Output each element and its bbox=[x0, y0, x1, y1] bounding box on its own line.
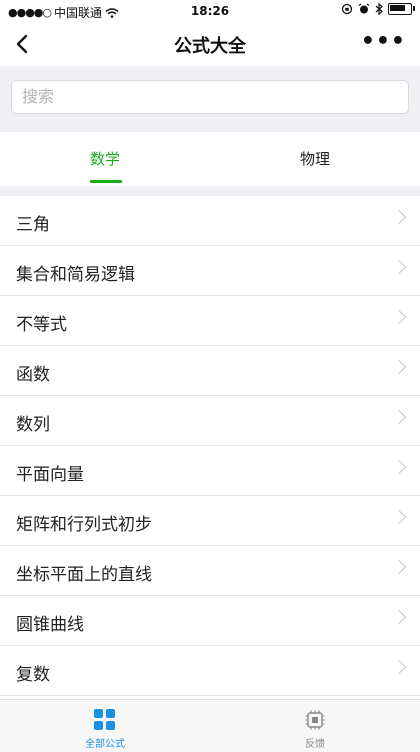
list-item[interactable]: 集合和简易逻辑 bbox=[0, 246, 420, 296]
chevron-right-icon bbox=[391, 359, 407, 375]
chevron-right-icon bbox=[391, 509, 407, 525]
formula-category-list: 三角 集合和简易逻辑 不等式 函数 数列 平面向量 矩阵和行列式初步 坐标平面上… bbox=[0, 196, 420, 696]
orientation-lock-icon bbox=[341, 3, 353, 15]
list-item-label: 三角 bbox=[16, 215, 50, 235]
chevron-right-icon bbox=[391, 459, 407, 475]
chevron-right-icon bbox=[391, 559, 407, 575]
battery-icon bbox=[388, 3, 415, 15]
chevron-right-icon bbox=[391, 209, 407, 225]
chevron-right-icon bbox=[391, 259, 407, 275]
chevron-left-icon bbox=[16, 34, 28, 54]
list-item[interactable]: 复数 bbox=[0, 646, 420, 696]
tab-math[interactable]: 数学 bbox=[0, 132, 210, 186]
list-item[interactable]: 坐标平面上的直线 bbox=[0, 546, 420, 596]
list-item[interactable]: 矩阵和行列式初步 bbox=[0, 496, 420, 546]
status-bar: ●●●●○ 中国联通 18:26 bbox=[0, 0, 420, 22]
list-item[interactable]: 函数 bbox=[0, 346, 420, 396]
tabbar-item-all-formulas[interactable]: 全部公式 bbox=[0, 700, 210, 752]
alarm-icon bbox=[358, 3, 370, 14]
list-item-label: 数列 bbox=[16, 415, 50, 435]
list-item[interactable]: 不等式 bbox=[0, 296, 420, 346]
tab-physics[interactable]: 物理 bbox=[210, 132, 420, 186]
tabbar-label: 反馈 bbox=[305, 739, 325, 750]
section-divider bbox=[0, 186, 420, 196]
category-tabs: 数学 物理 bbox=[0, 132, 420, 186]
list-item-label: 集合和简易逻辑 bbox=[16, 265, 135, 285]
list-item-label: 不等式 bbox=[16, 315, 67, 335]
page-title: 公式大全 bbox=[174, 36, 246, 57]
chip-icon bbox=[305, 710, 325, 730]
status-right bbox=[341, 3, 415, 15]
list-item-label: 复数 bbox=[16, 665, 50, 685]
bottom-tab-bar: 全部公式 反馈 bbox=[0, 699, 420, 752]
list-item-label: 矩阵和行列式初步 bbox=[16, 515, 152, 535]
list-item[interactable]: 圆锥曲线 bbox=[0, 596, 420, 646]
tabbar-item-feedback[interactable]: 反馈 bbox=[210, 700, 420, 752]
more-options-button[interactable]: ••• bbox=[361, 30, 406, 54]
chevron-right-icon bbox=[391, 309, 407, 325]
list-item-label: 圆锥曲线 bbox=[16, 615, 84, 635]
back-button[interactable] bbox=[12, 28, 44, 60]
bluetooth-icon bbox=[375, 3, 383, 15]
battery-level-fill bbox=[390, 5, 405, 11]
tabbar-label: 全部公式 bbox=[85, 739, 125, 750]
list-item-label: 平面向量 bbox=[16, 465, 84, 485]
list-item[interactable]: 平面向量 bbox=[0, 446, 420, 496]
list-item-label: 函数 bbox=[16, 365, 50, 385]
nav-bar: 公式大全 ••• bbox=[0, 22, 420, 66]
search-input[interactable]: 搜索 bbox=[11, 80, 409, 114]
chevron-right-icon bbox=[391, 609, 407, 625]
list-item-label: 坐标平面上的直线 bbox=[16, 565, 152, 585]
grid-icon bbox=[94, 709, 116, 731]
chevron-right-icon bbox=[391, 409, 407, 425]
search-area: 搜索 bbox=[0, 66, 420, 132]
active-tab-indicator bbox=[90, 180, 122, 183]
chevron-right-icon bbox=[391, 659, 407, 675]
list-item[interactable]: 数列 bbox=[0, 396, 420, 446]
list-item[interactable]: 三角 bbox=[0, 196, 420, 246]
